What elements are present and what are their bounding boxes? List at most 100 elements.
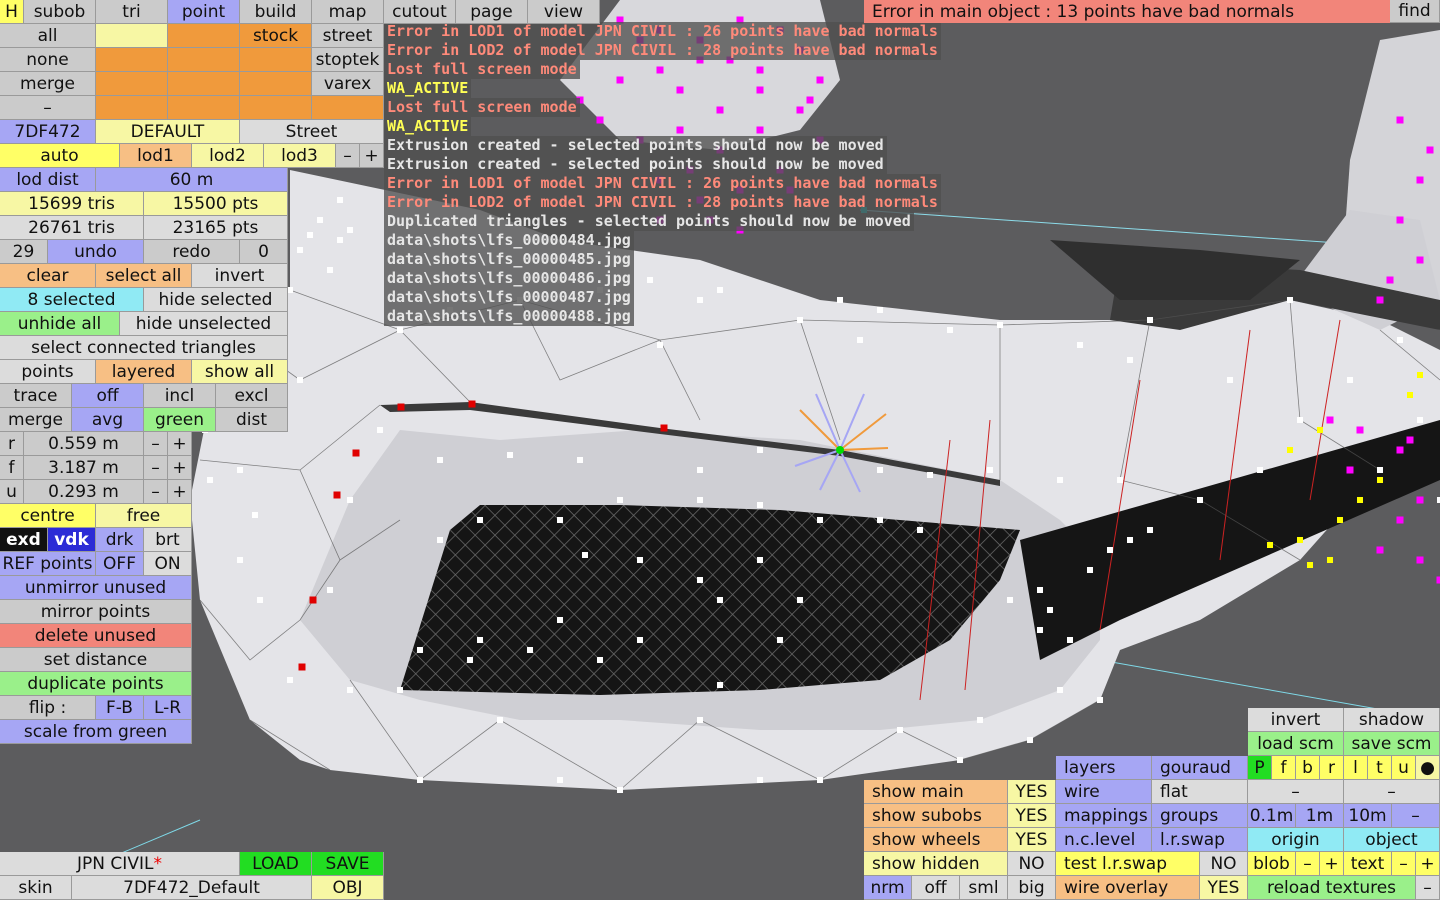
show-subobs-label[interactable]: show subobs — [864, 804, 1008, 828]
vertex-marker[interactable] — [777, 637, 783, 643]
stoptek-button[interactable]: stoptek — [312, 48, 384, 72]
vertex-marker[interactable] — [297, 247, 303, 253]
vertex-marker[interactable] — [987, 467, 993, 473]
vertex-marker[interactable] — [1127, 357, 1133, 363]
duplicate-points-button[interactable]: duplicate points — [0, 672, 192, 696]
merge-avg-button[interactable]: avg — [72, 408, 144, 432]
vertex-marker[interactable] — [1287, 447, 1293, 453]
vertex-marker[interactable] — [697, 497, 703, 503]
grid-dash-button[interactable]: – — [1248, 780, 1344, 804]
color-swatch[interactable] — [96, 24, 168, 48]
vertex-marker[interactable] — [1287, 297, 1293, 303]
dash-button[interactable]: – — [0, 96, 96, 120]
vertex-marker[interactable] — [252, 512, 258, 518]
scale-from-green-button[interactable]: scale from green — [0, 720, 192, 744]
nrm-button[interactable]: nrm — [864, 876, 912, 900]
trace-incl-button[interactable]: incl — [144, 384, 216, 408]
select-connected-triangles-button[interactable]: select connected triangles — [0, 336, 288, 360]
flip-fb-button[interactable]: F-B — [96, 696, 144, 720]
vertex-marker[interactable] — [1037, 587, 1043, 593]
merge-button[interactable]: merge — [0, 72, 96, 96]
vertex-marker[interactable] — [1396, 516, 1404, 524]
vertex-marker[interactable] — [647, 277, 653, 283]
vertex-marker[interactable] — [817, 517, 823, 523]
vertex-marker[interactable] — [957, 757, 963, 763]
vertex-marker[interactable] — [757, 502, 763, 508]
vertex-marker[interactable] — [1426, 146, 1434, 154]
vertex-marker[interactable] — [1416, 556, 1424, 564]
skin-code-button[interactable]: 7DF472 — [0, 120, 96, 144]
color-swatch[interactable] — [96, 96, 168, 120]
vertex-marker[interactable] — [1406, 436, 1414, 444]
vertex-marker[interactable] — [1396, 216, 1404, 224]
color-swatch[interactable] — [168, 72, 240, 96]
vertex-marker[interactable] — [676, 126, 684, 134]
wire-overlay-label[interactable]: wire overlay — [1056, 876, 1200, 900]
flag-r-toggle[interactable]: r — [1320, 756, 1344, 780]
default-button[interactable]: DEFAULT — [96, 120, 240, 144]
select-all-button[interactable]: select all — [96, 264, 192, 288]
points-mode-button[interactable]: points — [0, 360, 96, 384]
model-name[interactable]: JPN CIVIL * — [0, 852, 240, 876]
flag-f-toggle[interactable]: f — [1272, 756, 1296, 780]
vertex-marker[interactable] — [347, 687, 353, 693]
vertex-marker[interactable] — [797, 317, 803, 323]
vdk-button[interactable]: vdk — [48, 528, 96, 552]
merge-green-button[interactable]: green — [144, 408, 216, 432]
free-button[interactable]: free — [96, 504, 192, 528]
color-swatch[interactable] — [168, 48, 240, 72]
hide-unselected-button[interactable]: hide unselected — [120, 312, 288, 336]
menu-build[interactable]: build — [240, 0, 312, 24]
merge-dist-button[interactable]: dist — [216, 408, 288, 432]
menu-subob[interactable]: subob — [24, 0, 96, 24]
vertex-marker[interactable] — [307, 232, 313, 238]
vertex-marker[interactable] — [676, 86, 684, 94]
grid-10m-button[interactable]: 10m — [1344, 804, 1392, 828]
vertex-marker[interactable] — [1317, 427, 1323, 433]
grid-01m-button[interactable]: 0.1m — [1248, 804, 1296, 828]
vertex-marker[interactable] — [657, 342, 663, 348]
vertex-marker[interactable] — [660, 424, 668, 432]
flag-p-toggle[interactable]: P — [1248, 756, 1272, 780]
vertex-marker[interactable] — [1416, 176, 1424, 184]
vertex-marker[interactable] — [756, 66, 764, 74]
vertex-marker[interactable] — [1097, 697, 1103, 703]
vertex-marker[interactable] — [467, 657, 473, 663]
ref-on-button[interactable]: ON — [144, 552, 192, 576]
vertex-marker[interactable] — [1327, 557, 1333, 563]
flip-lr-button[interactable]: L-R — [144, 696, 192, 720]
vertex-marker[interactable] — [1407, 392, 1413, 398]
vertex-marker[interactable] — [857, 337, 863, 343]
vertex-marker[interactable] — [1417, 417, 1423, 423]
layered-button[interactable]: layered — [96, 360, 192, 384]
vertex-marker[interactable] — [437, 457, 443, 463]
vertex-marker[interactable] — [287, 677, 293, 683]
vertex-marker[interactable] — [697, 467, 703, 473]
color-swatch[interactable] — [96, 48, 168, 72]
vertex-marker[interactable] — [377, 427, 383, 433]
vertex-marker[interactable] — [577, 457, 583, 463]
vertex-marker[interactable] — [237, 467, 243, 473]
menu-map[interactable]: map — [312, 0, 384, 24]
grid-1m-button[interactable]: 1m — [1296, 804, 1344, 828]
skin-name[interactable]: 7DF472_Default — [72, 876, 312, 900]
ref-off-button[interactable]: OFF — [96, 552, 144, 576]
vertex-marker[interactable] — [717, 597, 723, 603]
sml-button[interactable]: sml — [960, 876, 1008, 900]
vertex-marker[interactable] — [298, 663, 306, 671]
vertex-marker[interactable] — [756, 126, 764, 134]
vertex-marker[interactable] — [417, 647, 423, 653]
vertex-marker[interactable] — [617, 787, 623, 793]
obj-button[interactable]: OBJ — [312, 876, 384, 900]
none-button[interactable]: none — [0, 48, 96, 72]
vertex-marker[interactable] — [1376, 296, 1384, 304]
show-all-button[interactable]: show all — [192, 360, 288, 384]
load-button[interactable]: LOAD — [240, 852, 312, 876]
vertex-marker[interactable] — [877, 517, 883, 523]
vertex-marker[interactable] — [877, 467, 883, 473]
unmirror-unused-button[interactable]: unmirror unused — [0, 576, 192, 600]
lod-plus-button[interactable]: + — [360, 144, 384, 168]
lod2-button[interactable]: lod2 — [192, 144, 264, 168]
vertex-marker[interactable] — [337, 197, 343, 203]
vertex-marker[interactable] — [1107, 547, 1113, 553]
